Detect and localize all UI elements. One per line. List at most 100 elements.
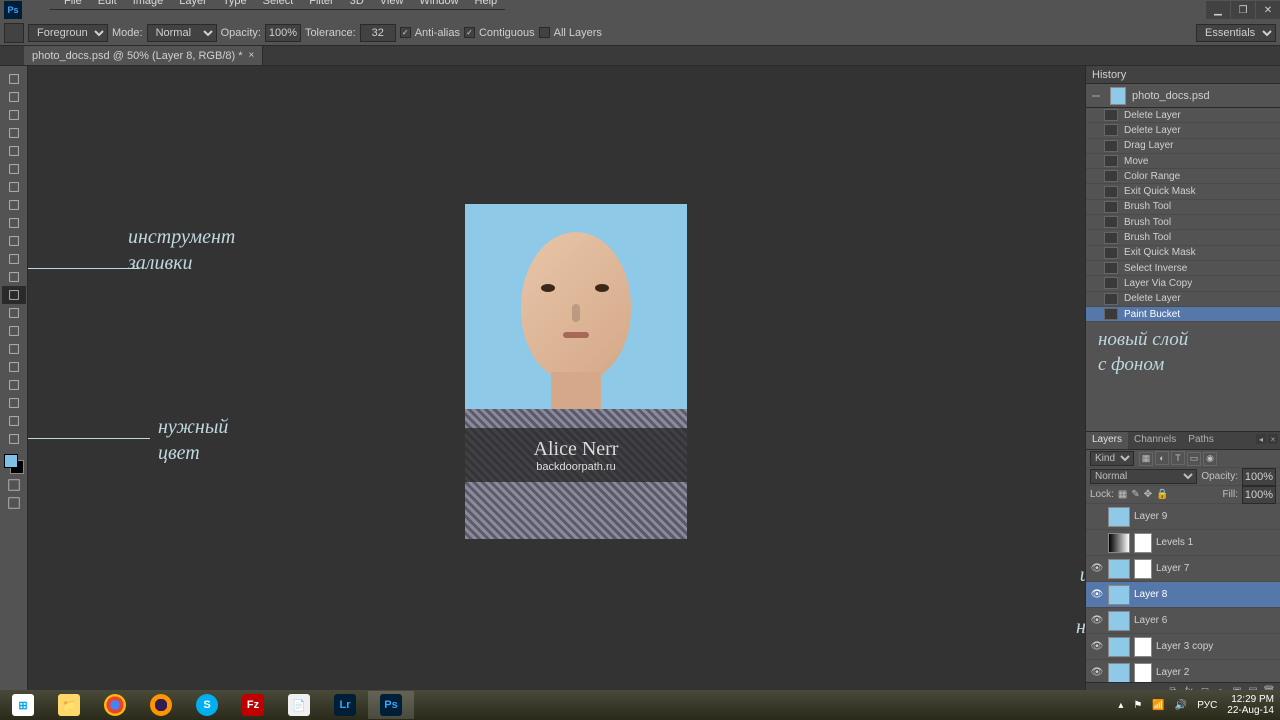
history-step[interactable]: Brush Tool (1086, 230, 1280, 245)
pen-tool[interactable] (2, 340, 26, 358)
visibility-toggle[interactable]: 👁 (1090, 640, 1104, 654)
visibility-toggle[interactable] (1090, 510, 1104, 524)
close-tab-icon[interactable]: × (249, 50, 255, 61)
filter-kind-select[interactable]: Kind (1090, 451, 1134, 466)
lock-transparency-icon[interactable]: ▦ (1118, 489, 1127, 500)
path-tool[interactable] (2, 376, 26, 394)
document-tab[interactable]: photo_docs.psd @ 50% (Layer 8, RGB/8) * … (24, 46, 263, 65)
history-step[interactable]: Drag Layer (1086, 139, 1280, 154)
history-step[interactable]: Delete Layer (1086, 292, 1280, 307)
brush-tool[interactable] (2, 196, 26, 214)
layer-opacity-input[interactable] (1242, 468, 1276, 486)
heal-tool[interactable] (2, 178, 26, 196)
menu-image[interactable]: Image (125, 0, 172, 9)
pixel-filter-icon[interactable]: ▦ (1139, 452, 1153, 466)
history-step[interactable]: Brush Tool (1086, 215, 1280, 230)
collapse-panel-icon[interactable]: ◂ (1256, 434, 1266, 444)
visibility-toggle[interactable]: 👁 (1090, 588, 1104, 602)
panel-tab-layers[interactable]: Layers (1086, 432, 1128, 449)
paint-bucket-tool[interactable] (2, 286, 26, 304)
tray-shield-icon[interactable]: ⚑ (1133, 700, 1142, 711)
layer-row[interactable]: 👁Layer 2 (1086, 660, 1280, 682)
contiguous-checkbox[interactable]: ✓ (464, 27, 475, 38)
panel-tab-channels[interactable]: Channels (1128, 432, 1182, 449)
lock-all-icon[interactable]: 🔒 (1156, 489, 1168, 500)
history-step[interactable]: Paint Bucket (1086, 307, 1280, 322)
language-indicator[interactable]: РУС (1197, 700, 1217, 711)
visibility-toggle[interactable]: 👁 (1090, 666, 1104, 680)
clock[interactable]: 12:29 PM 22-Aug-14 (1227, 694, 1274, 716)
firefox-icon[interactable] (138, 691, 184, 719)
lock-position-icon[interactable]: ✥ (1144, 489, 1152, 500)
visibility-toggle[interactable]: 👁 (1090, 614, 1104, 628)
panel-tab-paths[interactable]: Paths (1182, 432, 1220, 449)
tolerance-input[interactable] (360, 24, 396, 42)
canvas[interactable]: Alice Nerr backdoorpath.ru инструмент за… (28, 66, 1085, 700)
fill-source-select[interactable]: Foreground (28, 24, 108, 42)
rectangle-tool[interactable] (2, 394, 26, 412)
stamp-tool[interactable] (2, 214, 26, 232)
menu-window[interactable]: Window (411, 0, 466, 9)
history-step[interactable]: Layer Via Copy (1086, 276, 1280, 291)
history-step[interactable]: Exit Quick Mask (1086, 184, 1280, 199)
skype-icon[interactable]: S (184, 691, 230, 719)
tray-up-icon[interactable]: ▴ (1118, 700, 1123, 711)
dodge-tool[interactable] (2, 322, 26, 340)
start-button[interactable]: ⊞ (0, 691, 46, 719)
layer-row[interactable]: 👁Layer 7 (1086, 556, 1280, 582)
close-button[interactable]: ✕ (1256, 1, 1280, 19)
lasso-tool[interactable] (2, 106, 26, 124)
menu-type[interactable]: Type (215, 0, 255, 9)
filezilla-icon[interactable]: Fz (230, 691, 276, 719)
photoshop-taskbar-icon[interactable]: Ps (368, 691, 414, 719)
zoom-tool[interactable] (2, 430, 26, 448)
history-step[interactable]: Move (1086, 154, 1280, 169)
menu-filter[interactable]: Filter (301, 0, 341, 9)
eyedropper-tool[interactable] (2, 160, 26, 178)
blend-mode-select[interactable]: Normal (1090, 469, 1197, 484)
eraser-tool[interactable] (2, 250, 26, 268)
history-brush-tool[interactable] (2, 232, 26, 250)
history-step[interactable]: Exit Quick Mask (1086, 246, 1280, 261)
tool-preset-icon[interactable] (4, 23, 24, 43)
visibility-toggle[interactable] (1090, 536, 1104, 550)
lock-pixels-icon[interactable]: ✎ (1131, 489, 1139, 500)
blur-tool[interactable] (2, 304, 26, 322)
type-tool[interactable] (2, 358, 26, 376)
marquee-tool[interactable] (2, 88, 26, 106)
crop-tool[interactable] (2, 142, 26, 160)
menu-3d[interactable]: 3D (342, 0, 372, 9)
layer-fill-input[interactable] (1242, 486, 1276, 504)
layer-row[interactable]: 👁Layer 3 copy (1086, 634, 1280, 660)
screen-mode-button[interactable] (2, 494, 26, 512)
type-filter-icon[interactable]: T (1171, 451, 1185, 465)
lightroom-icon[interactable]: Lr (322, 691, 368, 719)
smart-filter-icon[interactable]: ◉ (1203, 452, 1217, 466)
menu-layer[interactable]: Layer (171, 0, 215, 9)
close-panel-icon[interactable]: × (1268, 434, 1278, 444)
layer-row[interactable]: 👁Layer 8 (1086, 582, 1280, 608)
menu-edit[interactable]: Edit (90, 0, 125, 9)
history-step[interactable]: Select Inverse (1086, 261, 1280, 276)
alllayers-checkbox[interactable] (539, 27, 550, 38)
explorer-icon[interactable]: 📁 (46, 691, 92, 719)
history-step[interactable]: Color Range (1086, 169, 1280, 184)
opacity-input[interactable] (265, 24, 301, 42)
menu-select[interactable]: Select (255, 0, 302, 9)
antialias-checkbox[interactable]: ✓ (400, 27, 411, 38)
workspace-select[interactable]: Essentials (1196, 24, 1276, 42)
visibility-toggle[interactable]: 👁 (1090, 562, 1104, 576)
chrome-icon[interactable] (92, 691, 138, 719)
layer-row[interactable]: Layer 9 (1086, 504, 1280, 530)
minimize-button[interactable]: ▁ (1206, 1, 1230, 19)
shape-filter-icon[interactable]: ▭ (1187, 452, 1201, 466)
menu-view[interactable]: View (372, 0, 412, 9)
hand-tool[interactable] (2, 412, 26, 430)
tray-network-icon[interactable]: 📶 (1152, 700, 1164, 711)
notepad-icon[interactable]: 📄 (276, 691, 322, 719)
foreground-swatch[interactable] (4, 454, 18, 468)
history-step[interactable]: Brush Tool (1086, 200, 1280, 215)
quick-mask-button[interactable] (2, 476, 26, 494)
quick-select-tool[interactable] (2, 124, 26, 142)
maximize-button[interactable]: ❐ (1231, 1, 1255, 19)
